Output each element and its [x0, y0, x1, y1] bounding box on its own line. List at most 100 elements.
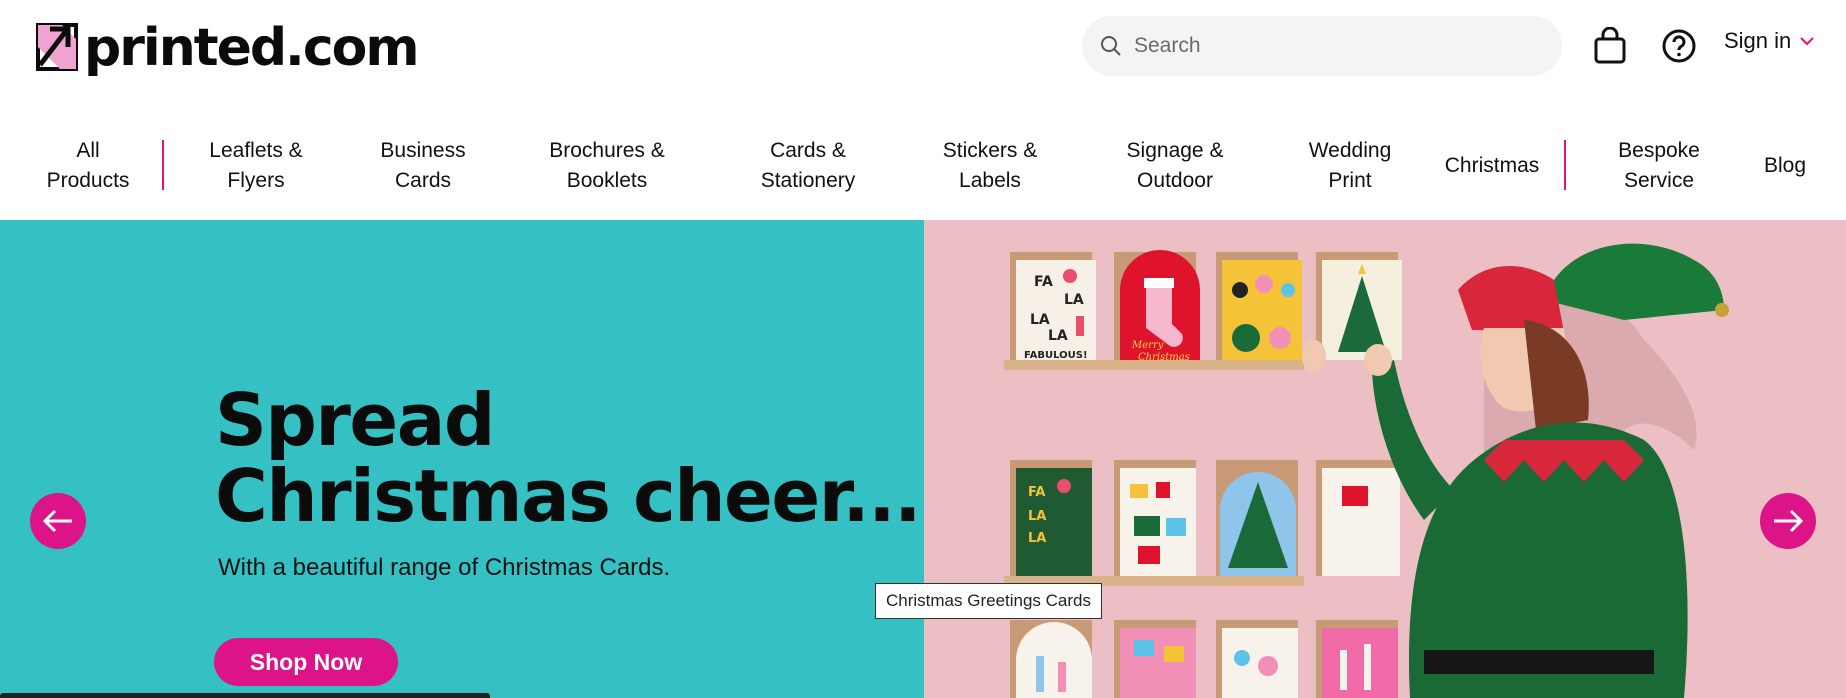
nav-item-bespoke-service[interactable]: Bespoke Service [1618, 136, 1700, 196]
logo-mark-icon [36, 23, 78, 71]
carousel-prev-button[interactable] [30, 493, 86, 549]
sign-in-label: Sign in [1724, 28, 1792, 53]
card-candles [1016, 622, 1092, 698]
present-shape [1166, 518, 1186, 536]
ornament-shape [1269, 327, 1291, 349]
nav-item-christmas[interactable]: Christmas [1445, 151, 1540, 181]
nav-item-business-cards[interactable]: Business Cards [380, 136, 465, 196]
elf-hand-shape [1364, 344, 1392, 376]
card-candles-pink [1322, 628, 1398, 698]
card-text: FA [1028, 485, 1045, 500]
candle-shape [1058, 662, 1066, 692]
present-shape [1130, 484, 1148, 498]
present-shape [1164, 646, 1184, 662]
nav-item-brochures-booklets[interactable]: Brochures & Booklets [549, 136, 665, 196]
search-icon [1101, 36, 1121, 56]
hero-text-panel: Spread Christmas cheer... With a beautif… [0, 220, 924, 698]
nav-item-label: Service [1623, 169, 1695, 192]
help-button[interactable] [1659, 26, 1699, 66]
arrow-right-icon [1774, 509, 1804, 533]
search-bar[interactable] [1082, 16, 1562, 76]
elf-hat-brim-shape [1458, 266, 1564, 332]
nav-item-label: Bespoke [1618, 139, 1700, 162]
nav-item-wedding-print[interactable]: Wedding Print [1309, 136, 1392, 196]
candle-shape [1340, 650, 1347, 690]
nav-item-label: Booklets [566, 169, 648, 192]
nav-item-label: Stickers & [942, 139, 1038, 162]
card-text: LA [1064, 292, 1084, 308]
ornament-shape [1232, 324, 1260, 352]
candle-shape [1036, 656, 1044, 692]
ornament-shape [1063, 269, 1077, 283]
search-input[interactable] [1134, 34, 1534, 58]
card-text: Merry [1131, 340, 1164, 351]
card-text: LA [1028, 531, 1046, 546]
nav-item-label: Signage & [1126, 139, 1224, 162]
nav-item-label: Print [1328, 169, 1372, 192]
nav-item-label: Brochures & [549, 139, 665, 162]
stocking-shape [1076, 316, 1084, 336]
ornament-shape [1281, 283, 1295, 297]
basket-button[interactable] [1590, 26, 1630, 66]
nav-item-stickers-labels[interactable]: Stickers & Labels [943, 136, 1038, 196]
stocking-cuff-shape [1144, 278, 1174, 288]
nav-item-label: Leaflets & [209, 139, 303, 162]
elf-hand-shape [1302, 340, 1326, 372]
card-presents [1322, 468, 1400, 576]
nav-item-all-products[interactable]: All Products [47, 136, 130, 196]
nav-item-label: All [76, 139, 100, 162]
nav-item-signage-outdoor[interactable]: Signage & Outdoor [1127, 136, 1224, 196]
bottom-bar [0, 693, 490, 698]
ornament-shape [1234, 650, 1250, 666]
card-text: FABULOUS! [1024, 350, 1088, 361]
candle-shape [1364, 644, 1371, 690]
ornament-shape [1232, 282, 1248, 298]
image-tooltip: Christmas Greetings Cards [875, 583, 1103, 619]
shopping-bag-icon [1594, 27, 1626, 64]
nav-item-cards-stationery[interactable]: Cards & Stationery [761, 136, 856, 196]
logo[interactable]: printed.com [36, 18, 420, 78]
present-shape [1134, 640, 1154, 656]
card-text: FA [1034, 274, 1053, 290]
sign-in-button[interactable]: Sign in [1724, 28, 1815, 54]
present-shape [1134, 516, 1160, 536]
card-text: Christmas [1138, 352, 1190, 363]
hero-title: Spread Christmas cheer... [215, 378, 922, 538]
carousel-next-button[interactable] [1760, 493, 1816, 549]
logo-text: printed.com [84, 18, 420, 78]
hero-illustration: FA LA LA LA FABULOUS! Merry Christmas FA… [1004, 243, 1729, 698]
shop-now-button[interactable]: Shop Now [214, 638, 398, 686]
main-nav: All Products Leaflets & Flyers Business … [0, 128, 1846, 220]
card-text: LA [1048, 328, 1068, 344]
elf-hat-bell-shape [1715, 303, 1729, 317]
hero-image: FA LA LA LA FABULOUS! Merry Christmas FA… [924, 220, 1846, 698]
nav-item-leaflets-flyers[interactable]: Leaflets & Flyers [209, 136, 302, 196]
nav-item-label: Outdoor [1137, 169, 1213, 192]
nav-divider [162, 140, 164, 190]
nav-item-label: Christmas [1444, 154, 1540, 177]
card-text: LA [1028, 509, 1046, 524]
present-shape [1156, 482, 1170, 498]
nav-item-label: Wedding [1308, 139, 1392, 162]
hero-title-line: Christmas cheer... [215, 454, 922, 538]
ornament-shape [1258, 656, 1278, 676]
hero-title-line: Spread [215, 378, 495, 462]
card-presents-pink [1120, 628, 1196, 698]
present-shape [1138, 546, 1160, 564]
hero-subtitle: With a beautiful range of Christmas Card… [218, 554, 671, 581]
nav-item-blog[interactable]: Blog [1764, 151, 1806, 181]
hero-carousel: Spread Christmas cheer... With a beautif… [0, 220, 1846, 698]
help-icon [1662, 29, 1696, 63]
ornament-shape [1057, 479, 1071, 493]
nav-item-label: Blog [1763, 154, 1807, 177]
nav-item-label: Cards & [770, 139, 846, 162]
elf-belt-shape [1424, 650, 1654, 674]
ornament-shape [1255, 275, 1273, 293]
nav-item-label: Business [380, 139, 466, 162]
chevron-down-icon [1800, 37, 1814, 46]
nav-item-label: Stationery [760, 169, 856, 192]
present-shape [1342, 486, 1368, 506]
arrow-left-icon [42, 509, 72, 533]
nav-item-label: Flyers [227, 169, 285, 192]
card-fa-la-la [1016, 260, 1096, 360]
